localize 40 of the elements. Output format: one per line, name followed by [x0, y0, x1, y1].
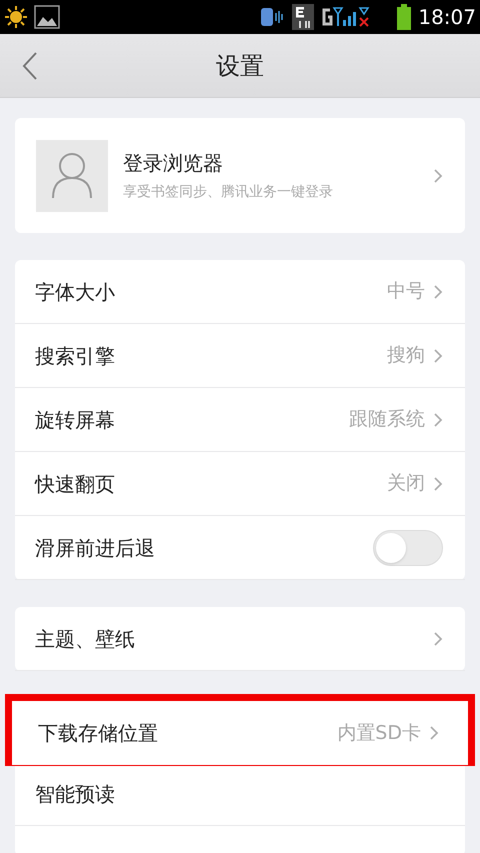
setting-label: 主题、壁纸	[35, 626, 135, 652]
battery-icon	[396, 4, 412, 30]
chevron-icon	[429, 725, 439, 741]
toggle-switch[interactable]	[373, 530, 443, 566]
account-subtitle: 享受书签同步、腾讯业务一键登录	[123, 183, 334, 202]
setting-value: 跟随系统	[349, 407, 425, 432]
chevron-icon	[433, 412, 443, 428]
setting-label: 智能预读	[35, 780, 115, 808]
page-title: 设置	[216, 50, 264, 82]
setting-row[interactable]: 旋转屏幕 跟随系统	[15, 388, 465, 452]
avatar-icon	[36, 140, 108, 212]
account-card[interactable]: 登录浏览器 享受书签同步、腾讯业务一键登录	[15, 118, 465, 233]
chevron-icon	[433, 348, 443, 364]
account-title: 登录浏览器	[123, 150, 224, 177]
setting-row[interactable]: 主题、壁纸	[15, 607, 465, 671]
image-icon	[34, 5, 60, 29]
back-icon	[21, 50, 39, 80]
setting-label: 旋转屏幕	[35, 406, 115, 434]
data-network-icon	[292, 4, 314, 30]
chevron-icon	[433, 284, 443, 300]
chevron-icon	[433, 476, 443, 492]
setting-row[interactable]: 智能预读	[15, 762, 465, 826]
setting-row[interactable]: 滑屏前进后退	[15, 516, 465, 580]
setting-label: 搜索引擎	[35, 342, 115, 370]
setting-row[interactable]: 搜索引擎 搜狗	[15, 324, 465, 388]
setting-row[interactable]: 字体大小 中号	[15, 260, 465, 324]
setting-row[interactable]: 下载存储位置 内置SD卡	[5, 694, 475, 766]
setting-label: 滑屏前进后退	[35, 534, 155, 562]
chevron-icon	[433, 630, 443, 646]
setting-label: 字体大小	[35, 278, 115, 306]
sun-icon	[4, 5, 28, 29]
setting-value: 关闭	[387, 471, 425, 496]
status-time: 18:07	[418, 4, 476, 31]
setting-value: 搜狗	[387, 343, 425, 368]
setting-label: 下载存储位置	[38, 720, 158, 747]
setting-value: 中号	[387, 279, 425, 304]
chevron-icon	[433, 168, 443, 184]
setting-row[interactable]: 快速翻页 关闭	[15, 452, 465, 516]
setting-label: 快速翻页	[35, 470, 115, 498]
setting-value: 内置SD卡	[337, 720, 421, 746]
